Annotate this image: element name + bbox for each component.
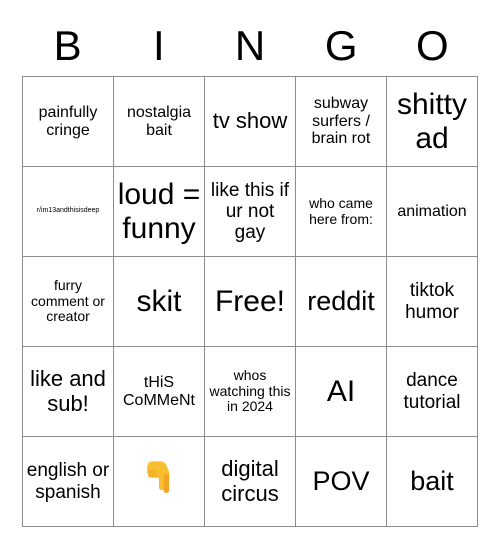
bingo-free-space-label: Free! — [214, 284, 286, 318]
header-letter-o: O — [416, 22, 449, 69]
bingo-card: B I N G O painfully cringe nostalgia bai… — [0, 0, 500, 544]
bingo-cell[interactable]: painfully cringe — [23, 77, 114, 167]
bingo-cell[interactable]: nostalgia bait — [114, 77, 205, 167]
bingo-cell-label: furry comment or creator — [31, 276, 105, 325]
bingo-cell-label: like and sub! — [30, 365, 106, 416]
bingo-cell-label: POV — [312, 466, 370, 497]
bingo-cell-label: shitty ad — [396, 87, 468, 155]
bingo-cell-free-space[interactable]: Free! — [205, 257, 296, 347]
bingo-cell[interactable]: subway surfers / brain rot — [296, 77, 387, 167]
bingo-cell-emoji[interactable] — [114, 437, 205, 527]
bingo-cell-label: english or spanish — [26, 460, 110, 503]
bingo-cell[interactable]: whos watching this in 2024 — [205, 347, 296, 437]
bingo-cell[interactable]: tiktok humor — [387, 257, 478, 347]
bingo-cell[interactable]: furry comment or creator — [23, 257, 114, 347]
bingo-cell-label: loud = funny — [117, 177, 201, 245]
bingo-cell-label: who came here from: — [309, 194, 373, 227]
bingo-cell-label: skit — [136, 284, 182, 318]
bingo-cell-label: digital circus — [221, 455, 279, 506]
bingo-cell[interactable]: dance tutorial — [387, 347, 478, 437]
bingo-cell-label: bait — [410, 466, 454, 497]
pointing-down-hand-icon — [117, 455, 201, 509]
bingo-cell-label: r/im13andthisisdeep — [36, 207, 100, 215]
header-letter-i: I — [152, 22, 165, 69]
bingo-cell-label: painfully cringe — [38, 103, 98, 139]
header-letter-b: B — [53, 22, 82, 69]
bingo-cell-label: subway surfers / brain rot — [311, 94, 371, 148]
bingo-cell[interactable]: POV — [296, 437, 387, 527]
bingo-cell[interactable]: AI — [296, 347, 387, 437]
bingo-cell[interactable]: who came here from: — [296, 167, 387, 257]
bingo-header-row: B I N G O — [22, 0, 478, 68]
header-letter-g: G — [324, 22, 358, 69]
bingo-cell[interactable]: tv show — [205, 77, 296, 167]
bingo-cell[interactable]: loud = funny — [114, 167, 205, 257]
bingo-cell[interactable]: tHiS CoMMeNt — [114, 347, 205, 437]
bingo-cell[interactable]: animation — [387, 167, 478, 257]
bingo-cell-label: dance tutorial — [403, 370, 461, 413]
bingo-cell-label: AI — [326, 374, 356, 408]
bingo-cell[interactable]: skit — [114, 257, 205, 347]
bingo-cell[interactable]: like this if ur not gay — [205, 167, 296, 257]
bingo-cell[interactable]: r/im13andthisisdeep — [23, 167, 114, 257]
bingo-cell[interactable]: like and sub! — [23, 347, 114, 437]
bingo-cell-label: nostalgia bait — [126, 103, 192, 139]
bingo-cell[interactable]: digital circus — [205, 437, 296, 527]
bingo-cell-label: animation — [397, 202, 467, 220]
header-letter-n: N — [234, 22, 266, 69]
bingo-cell-label: tHiS CoMMeNt — [122, 373, 195, 409]
bingo-cell[interactable]: shitty ad — [387, 77, 478, 167]
bingo-cell-label: like this if ur not gay — [210, 179, 290, 244]
bingo-grid: painfully cringe nostalgia bait tv show … — [22, 76, 478, 527]
bingo-cell[interactable]: bait — [387, 437, 478, 527]
bingo-cell-label: reddit — [307, 286, 375, 317]
bingo-cell-label: tiktok humor — [405, 280, 459, 323]
bingo-cell-label: whos watching this in 2024 — [209, 366, 291, 415]
bingo-cell[interactable]: english or spanish — [23, 437, 114, 527]
bingo-cell-label: tv show — [212, 108, 288, 134]
bingo-cell[interactable]: reddit — [296, 257, 387, 347]
